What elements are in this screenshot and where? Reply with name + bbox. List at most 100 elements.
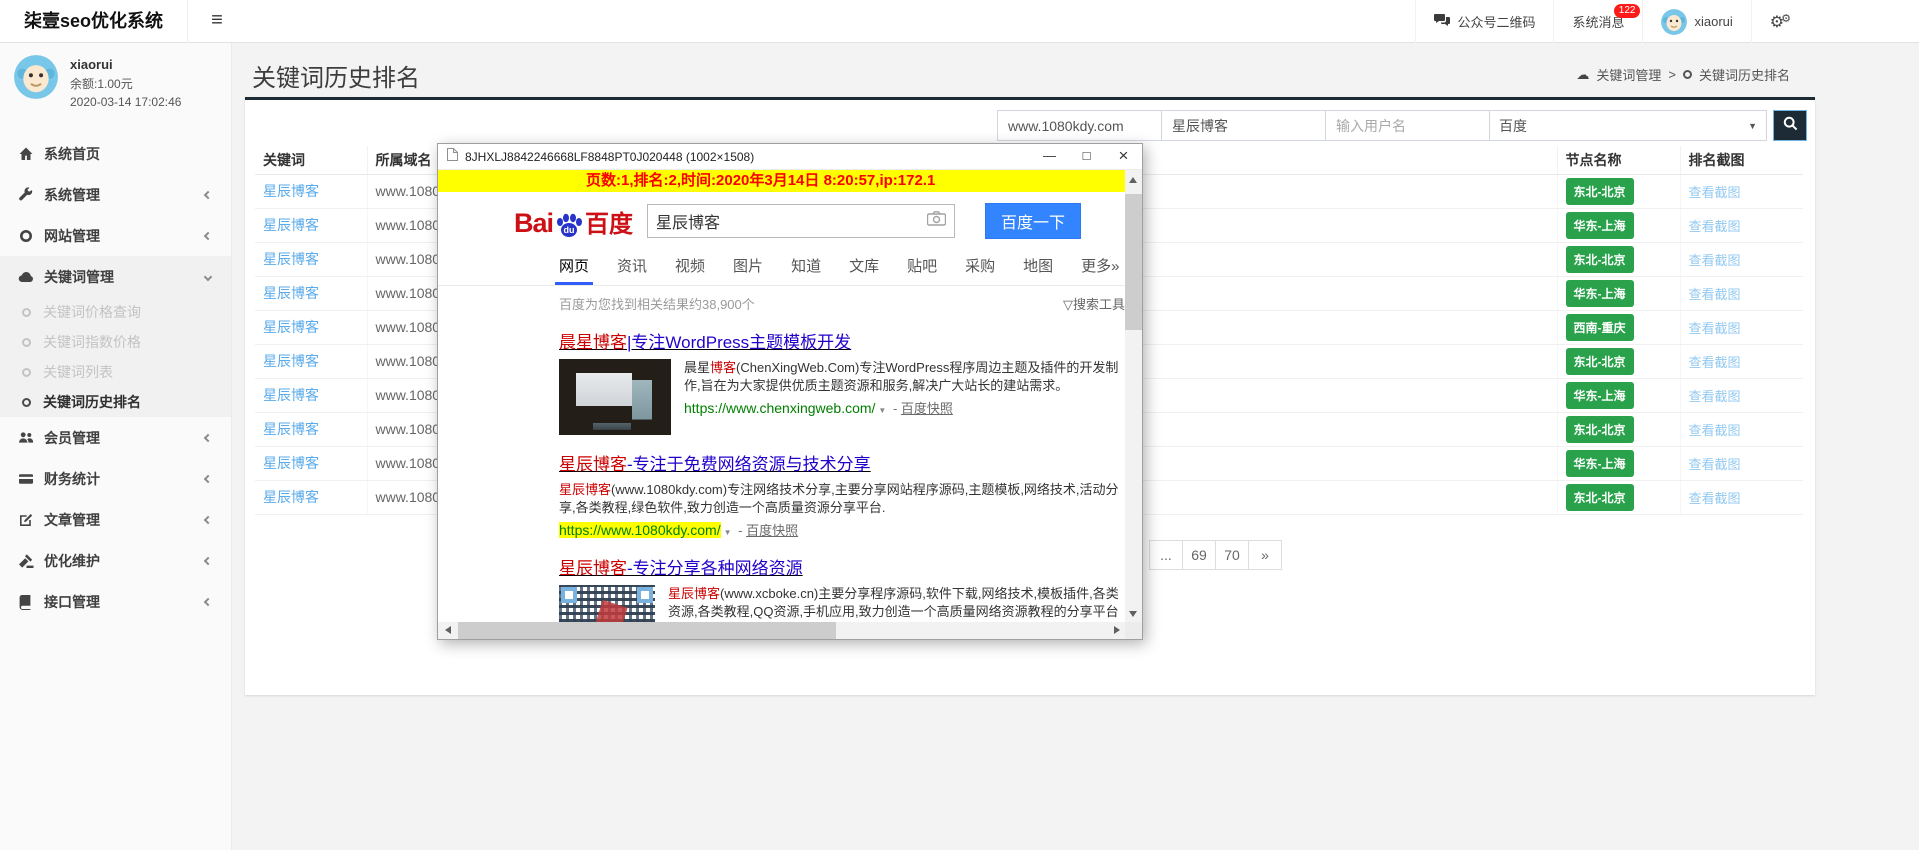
baidu-tab[interactable]: 图片	[733, 255, 763, 285]
view-screenshot-link[interactable]: 查看截图	[1689, 321, 1741, 336]
sidebar-item-6[interactable]: 文章管理	[0, 499, 231, 540]
baidu-tab[interactable]: 资讯	[617, 255, 647, 285]
view-screenshot-link[interactable]: 查看截图	[1689, 287, 1741, 302]
screenshot-cell: 查看截图	[1680, 208, 1803, 242]
baidu-tab[interactable]: 更多»	[1081, 255, 1119, 285]
chevron-left-icon	[204, 190, 212, 198]
keyword-input[interactable]	[1161, 110, 1326, 141]
node-badge: 华东-上海	[1566, 280, 1634, 307]
baidu-snapshot-link[interactable]: 百度快照	[746, 523, 798, 538]
sidebar-item-2[interactable]: 网站管理	[0, 215, 231, 256]
topbar-messages-button[interactable]: 系统消息 122	[1553, 0, 1642, 43]
baidu-tab[interactable]: 网页	[559, 255, 589, 285]
result-title-link[interactable]: 星辰博客-专注于免费网络资源与技术分享	[559, 450, 1125, 475]
window-title: 8JHXLJ8842246668LF8848PT0J020448 (1002×1…	[465, 150, 1031, 164]
maximize-button[interactable]: □	[1068, 144, 1105, 169]
minimize-button[interactable]: —	[1031, 144, 1068, 169]
breadcrumb-parent[interactable]: 关键词管理	[1596, 65, 1661, 84]
pagination-item-1[interactable]: 69	[1182, 540, 1216, 570]
baidu-tab[interactable]: 文库	[849, 255, 879, 285]
scroll-up-button[interactable]	[1125, 170, 1142, 187]
baidu-tab[interactable]: 贴吧	[907, 255, 937, 285]
result-url[interactable]: https://www.chenxingweb.com/	[684, 400, 875, 416]
result-desc-part: (ChenXingWeb.Com)专注WordPress程序周边主题及插件的开发…	[684, 360, 1118, 393]
search-button[interactable]	[1773, 110, 1807, 141]
sidebar-item-label: 文章管理	[44, 510, 100, 530]
window-titlebar[interactable]: 8JHXLJ8842246668LF8848PT0J020448 (1002×1…	[438, 144, 1142, 170]
vertical-scrollbar[interactable]	[1125, 170, 1142, 622]
node-cell: 东北-北京	[1557, 412, 1680, 446]
engine-select[interactable]: 百度 ▼	[1489, 110, 1767, 141]
keyword-link[interactable]: 星辰博客	[263, 353, 319, 369]
view-screenshot-link[interactable]: 查看截图	[1689, 423, 1741, 438]
keyword-link[interactable]: 星辰博客	[263, 455, 319, 471]
horizontal-scroll-thumb[interactable]	[458, 622, 836, 639]
sidebar-item-4[interactable]: 会员管理	[0, 417, 231, 458]
keyword-cell: 星辰博客	[255, 276, 367, 310]
close-button[interactable]: ×	[1105, 144, 1142, 169]
view-screenshot-link[interactable]: 查看截图	[1689, 389, 1741, 404]
view-screenshot-link[interactable]: 查看截图	[1689, 355, 1741, 370]
view-screenshot-link[interactable]: 查看截图	[1689, 219, 1741, 234]
sidebar-item-0[interactable]: 系统首页	[0, 133, 231, 174]
sidebar-item-7[interactable]: 优化维护	[0, 540, 231, 581]
page-file-icon	[447, 148, 458, 166]
vertical-scroll-thumb[interactable]	[1125, 194, 1142, 330]
sidebar-subitem-3[interactable]: 关键词历史排名	[0, 387, 231, 417]
keyword-link[interactable]: 星辰博客	[263, 251, 319, 267]
keyword-cell: 星辰博客	[255, 412, 367, 446]
topbar-qrcode-button[interactable]: 公众号二维码	[1415, 0, 1553, 43]
result-title-link[interactable]: 星辰博客-专注分享各种网络资源	[559, 554, 1125, 579]
screenshot-cell: 查看截图	[1680, 446, 1803, 480]
keyword-link[interactable]: 星辰博客	[263, 319, 319, 335]
keyword-link[interactable]: 星辰博客	[263, 217, 319, 233]
keyword-link[interactable]: 星辰博客	[263, 489, 319, 505]
domain-input[interactable]	[997, 110, 1162, 141]
pagination-item-2[interactable]: 70	[1215, 540, 1249, 570]
baidu-search-button[interactable]: 百度一下	[985, 203, 1081, 239]
sidebar-subitem-1[interactable]: 关键词指数价格	[0, 327, 231, 357]
results-count: 百度为您找到相关结果约38,900个	[559, 294, 755, 313]
keyword-link[interactable]: 星辰博客	[263, 421, 319, 437]
result-url[interactable]: https://www.1080kdy.com/	[559, 522, 721, 538]
sidebar-toggle-button[interactable]: ≡	[197, 0, 237, 43]
baidu-search-box[interactable]: 星辰博客	[647, 204, 955, 238]
sidebar-item-5[interactable]: 财务统计	[0, 458, 231, 499]
keyword-link[interactable]: 星辰博客	[263, 387, 319, 403]
app-logo: 柒壹seo优化系统	[0, 0, 188, 43]
baidu-snapshot-link[interactable]: 百度快照	[901, 401, 953, 416]
result-title-link[interactable]: 晨星博客|专注WordPress主题模板开发	[559, 328, 1125, 353]
search-tools-toggle[interactable]: ▽搜索工具	[1063, 294, 1125, 313]
sidebar-item-1[interactable]: 系统管理	[0, 174, 231, 215]
pagination-item-3[interactable]: »	[1248, 540, 1282, 570]
horizontal-scrollbar[interactable]	[438, 622, 1125, 639]
view-screenshot-link[interactable]: 查看截图	[1689, 457, 1741, 472]
keyword-link[interactable]: 星辰博客	[263, 285, 319, 301]
column-header-0: 关键词	[255, 146, 367, 174]
view-screenshot-link[interactable]: 查看截图	[1689, 253, 1741, 268]
screenshot-cell: 查看截图	[1680, 378, 1803, 412]
scroll-down-button[interactable]	[1125, 605, 1142, 622]
scroll-left-button[interactable]	[438, 622, 455, 639]
node-badge: 华东-上海	[1566, 450, 1634, 477]
view-screenshot-link[interactable]: 查看截图	[1689, 185, 1741, 200]
username-input[interactable]	[1325, 110, 1490, 141]
baidu-tab[interactable]: 采购	[965, 255, 995, 285]
sidebar-item-8[interactable]: 接口管理	[0, 581, 231, 622]
sidebar-item-3[interactable]: 关键词管理	[0, 256, 231, 297]
sidebar-subitem-label: 关键词列表	[43, 362, 113, 382]
baidu-tab[interactable]: 知道	[791, 255, 821, 285]
sidebar-subitem-2[interactable]: 关键词列表	[0, 357, 231, 387]
baidu-tab[interactable]: 地图	[1023, 255, 1053, 285]
topbar-user-menu[interactable]: xiaorui	[1642, 0, 1750, 43]
sidebar-subitem-0[interactable]: 关键词价格查询	[0, 297, 231, 327]
keyword-link[interactable]: 星辰博客	[263, 183, 319, 199]
settings-gear-icon[interactable]: ⚙⚙	[1751, 0, 1809, 43]
result-body: 晨星博客(ChenXingWeb.Com)专注WordPress程序周边主题及插…	[559, 359, 1125, 435]
view-screenshot-link[interactable]: 查看截图	[1689, 491, 1741, 506]
pagination-item-0[interactable]: ...	[1149, 540, 1183, 570]
scroll-right-button[interactable]	[1108, 622, 1125, 639]
result-description: 星辰博客(www.xcboke.cn)主要分享程序源码,软件下载,网络技术,模板…	[668, 585, 1125, 621]
result-text-column: 星辰博客(www.1080kdy.com)专注网络技术分享,主要分享网站程序源码…	[559, 481, 1125, 539]
baidu-tab[interactable]: 视频	[675, 255, 705, 285]
